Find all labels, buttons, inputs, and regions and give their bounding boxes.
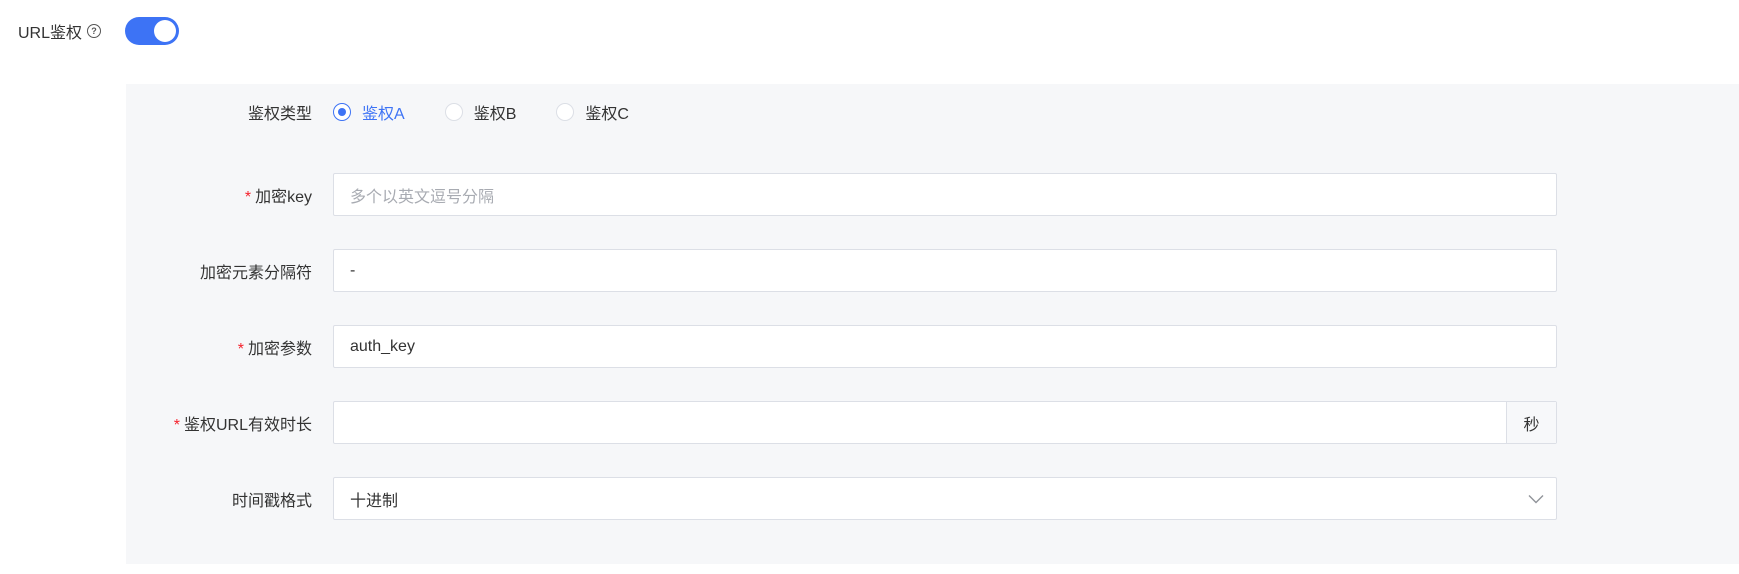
valid-duration-input[interactable]: 秒 [333,401,1557,444]
radio-checked-icon [333,103,351,121]
separator-input[interactable]: - [333,249,1557,292]
encrypt-param-row: * 加密参数 auth_key [126,325,1739,368]
radio-unchecked-icon [556,103,575,121]
encrypt-key-row: * 加密key 多个以英文逗号分隔 [126,173,1739,216]
timestamp-format-row: 时间戳格式 十进制 [126,477,1739,520]
auth-type-radio-group: 鉴权A 鉴权B 鉴权C [333,100,669,124]
required-mark: * [173,416,180,434]
radio-unchecked-icon [444,103,463,121]
encrypt-param-input[interactable]: auth_key [333,325,1557,368]
required-mark: * [244,188,252,206]
radio-auth-a[interactable]: 鉴权A [333,100,405,124]
auth-type-row: 鉴权类型 鉴权A 鉴权B 鉴权C [126,98,1739,126]
separator-row: 加密元素分隔符 - [126,249,1739,292]
url-auth-toggle[interactable] [125,17,179,45]
question-circle-icon[interactable]: ? [87,24,102,38]
radio-auth-b[interactable]: 鉴权B [444,100,516,124]
url-auth-settings-panel: 鉴权类型 鉴权A 鉴权B 鉴权C * 加密key 多个以英文逗号分隔 加密元素分… [126,84,1739,564]
timestamp-format-value: 十进制 [350,492,399,510]
encrypt-key-placeholder: 多个以英文逗号分隔 [350,188,495,206]
separator-value: - [350,261,356,279]
separator-label: 加密元素分隔符 [199,264,312,282]
timestamp-format-label: 时间戳格式 [231,492,312,510]
seconds-suffix: 秒 [1506,402,1556,443]
encrypt-param-value: auth_key [350,337,415,355]
url-auth-label: URL鉴权 [18,25,83,42]
auth-type-label: 鉴权类型 [247,106,312,123]
url-auth-header: URL鉴权 ? [18,16,102,46]
required-mark: * [237,340,244,358]
encrypt-key-label: * 加密key [244,188,312,206]
valid-duration-row: * 鉴权URL有效时长 秒 [126,401,1739,444]
encrypt-param-label: * 加密参数 [237,340,312,358]
valid-duration-label: * 鉴权URL有效时长 [173,416,312,434]
encrypt-key-input[interactable]: 多个以英文逗号分隔 [333,173,1557,216]
chevron-down-icon[interactable] [1516,478,1556,519]
radio-auth-c[interactable]: 鉴权C [556,100,629,124]
timestamp-format-select[interactable]: 十进制 [333,477,1557,520]
toggle-knob [154,20,176,42]
